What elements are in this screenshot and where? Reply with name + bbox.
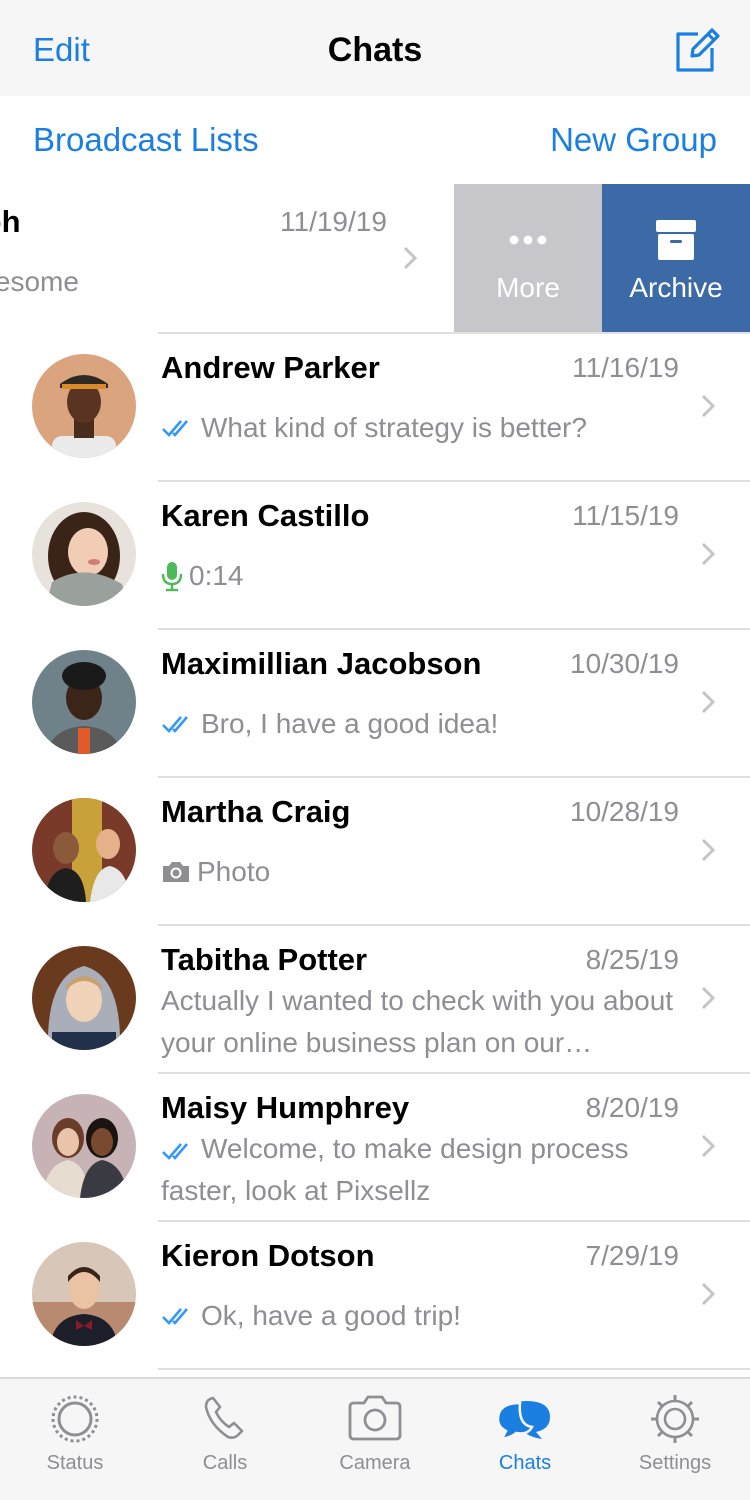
tab-label: Camera — [339, 1452, 411, 1474]
chat-preview: Ok, have a good trip! — [161, 1296, 691, 1336]
microphone-icon — [161, 562, 183, 592]
chat-row-maisy-humphrey[interactable]: Maisy Humphrey 8/20/19 Welcome, to make … — [0, 1072, 750, 1220]
chevron-right-icon — [701, 394, 716, 418]
chat-date: 11/19/19 — [280, 206, 387, 237]
chat-preview: 0:14 — [161, 556, 691, 596]
row-divider — [158, 1220, 750, 1222]
phone-icon — [204, 1396, 244, 1439]
chat-preview: Bro, I have a good idea! — [161, 704, 691, 744]
chat-name: Andrew Parker — [161, 350, 380, 385]
avatar[interactable] — [32, 354, 136, 458]
chevron-right-icon — [701, 838, 716, 862]
double-check-icon — [162, 420, 188, 437]
tab-label: Status — [46, 1452, 104, 1474]
compose-icon — [676, 28, 720, 72]
avatar[interactable] — [32, 1242, 136, 1346]
chat-row-tabitha-potter[interactable]: Tabitha Potter 8/25/19 Actually I wanted… — [0, 924, 750, 1072]
double-check-icon — [162, 1142, 188, 1160]
chat-date: 8/20/19 — [585, 1092, 679, 1123]
compose-button[interactable] — [672, 26, 720, 74]
chat-name: andolph — [0, 204, 21, 239]
chat-preview-text: Bro, I have a good idea! — [201, 708, 499, 739]
chat-row-kieron-dotson[interactable]: Kieron Dotson 7/29/19 Ok, have a good tr… — [0, 1220, 750, 1368]
archive-action-label: Archive — [629, 272, 723, 303]
chat-date: 11/16/19 — [572, 352, 679, 383]
tab-settings[interactable]: Settings — [600, 1379, 750, 1500]
chat-name: Maisy Humphrey — [161, 1090, 410, 1125]
chevron-right-icon — [701, 690, 716, 714]
avatar[interactable] — [32, 650, 136, 754]
chat-name: Maximillian Jacobson — [161, 646, 482, 681]
camera-icon — [348, 1395, 402, 1441]
row-divider — [158, 924, 750, 926]
double-check-icon — [162, 716, 188, 733]
chat-preview: m is awesome — [0, 266, 79, 297]
tab-calls[interactable]: Calls — [150, 1379, 300, 1500]
gear-icon — [651, 1395, 699, 1443]
chevron-right-icon — [403, 246, 418, 270]
chat-preview: Photo — [161, 852, 691, 892]
chat-preview-text: Photo — [197, 856, 271, 887]
more-action-button[interactable]: More — [454, 184, 602, 332]
list-actions-bar: Broadcast Lists New Group — [0, 96, 750, 184]
status-icon — [51, 1395, 99, 1443]
chevron-right-icon — [701, 986, 716, 1010]
chat-row-andrew-parker[interactable]: Andrew Parker 11/16/19 What kind of stra… — [0, 332, 750, 480]
row-divider — [158, 776, 750, 778]
chats-icon — [496, 1401, 550, 1441]
navigation-bar: Edit Chats — [0, 0, 750, 96]
chat-row-partial — [0, 1368, 750, 1377]
swiped-chat-row[interactable]: andolph 11/19/19 m is awesome More Archi… — [0, 184, 750, 332]
camera-small-icon — [163, 862, 189, 882]
row-divider — [158, 332, 750, 334]
tab-label: Settings — [638, 1452, 712, 1474]
chat-preview: Actually I wanted to check with you abou… — [161, 985, 674, 1058]
tab-label: Calls — [202, 1452, 248, 1474]
chat-name: Tabitha Potter — [161, 942, 368, 977]
tab-label: Chats — [498, 1452, 552, 1474]
row-divider — [158, 628, 750, 630]
archive-action-button[interactable]: Archive — [602, 184, 750, 332]
chevron-right-icon — [701, 542, 716, 566]
broadcast-lists-button[interactable]: Broadcast Lists — [33, 120, 259, 160]
page-title: Chats — [327, 31, 423, 69]
chat-name: Martha Craig — [161, 794, 351, 829]
chat-preview-text: 0:14 — [189, 560, 244, 591]
chevron-right-icon — [701, 1134, 716, 1158]
avatar[interactable] — [32, 798, 136, 902]
avatar[interactable] — [32, 502, 136, 606]
chat-date: 10/30/19 — [570, 648, 679, 679]
chat-preview-text: Ok, have a good trip! — [201, 1300, 461, 1331]
chat-preview: What kind of strategy is better? — [161, 408, 691, 448]
chat-date: 11/15/19 — [572, 500, 679, 531]
new-group-button[interactable]: New Group — [550, 120, 717, 160]
tab-status[interactable]: Status — [0, 1379, 150, 1500]
chat-row-martha-craig[interactable]: Martha Craig 10/28/19 Photo — [0, 776, 750, 924]
archive-box-icon — [656, 220, 696, 260]
chat-date: 7/29/19 — [585, 1240, 679, 1271]
row-divider — [158, 1072, 750, 1074]
tab-bar: Status Calls Camera Chats Settings — [0, 1377, 750, 1500]
chat-row-karen-castillo[interactable]: Karen Castillo 11/15/19 0:14 — [0, 480, 750, 628]
avatar[interactable] — [32, 946, 136, 1050]
chat-preview: Welcome, to make design process faster, … — [161, 1128, 691, 1212]
chat-date: 10/28/19 — [570, 796, 679, 827]
chat-name: Karen Castillo — [161, 498, 370, 533]
tab-chats[interactable]: Chats — [450, 1379, 600, 1500]
chat-preview-text: What kind of strategy is better? — [201, 412, 587, 443]
chat-preview-text: Welcome, to make design process faster, … — [161, 1133, 629, 1206]
chat-name: Kieron Dotson — [161, 1238, 375, 1273]
more-dots-icon — [509, 235, 547, 245]
chat-date: 8/25/19 — [585, 944, 679, 975]
swiped-chat-content[interactable]: andolph 11/19/19 m is awesome — [0, 184, 454, 332]
tab-camera[interactable]: Camera — [300, 1379, 450, 1500]
avatar[interactable] — [32, 1094, 136, 1198]
row-divider — [158, 1368, 750, 1370]
double-check-icon — [162, 1308, 188, 1325]
chevron-right-icon — [701, 1282, 716, 1306]
row-divider — [158, 480, 750, 482]
chat-row-maximillian-jacobson[interactable]: Maximillian Jacobson 10/30/19 Bro, I hav… — [0, 628, 750, 776]
more-action-label: More — [496, 272, 560, 303]
